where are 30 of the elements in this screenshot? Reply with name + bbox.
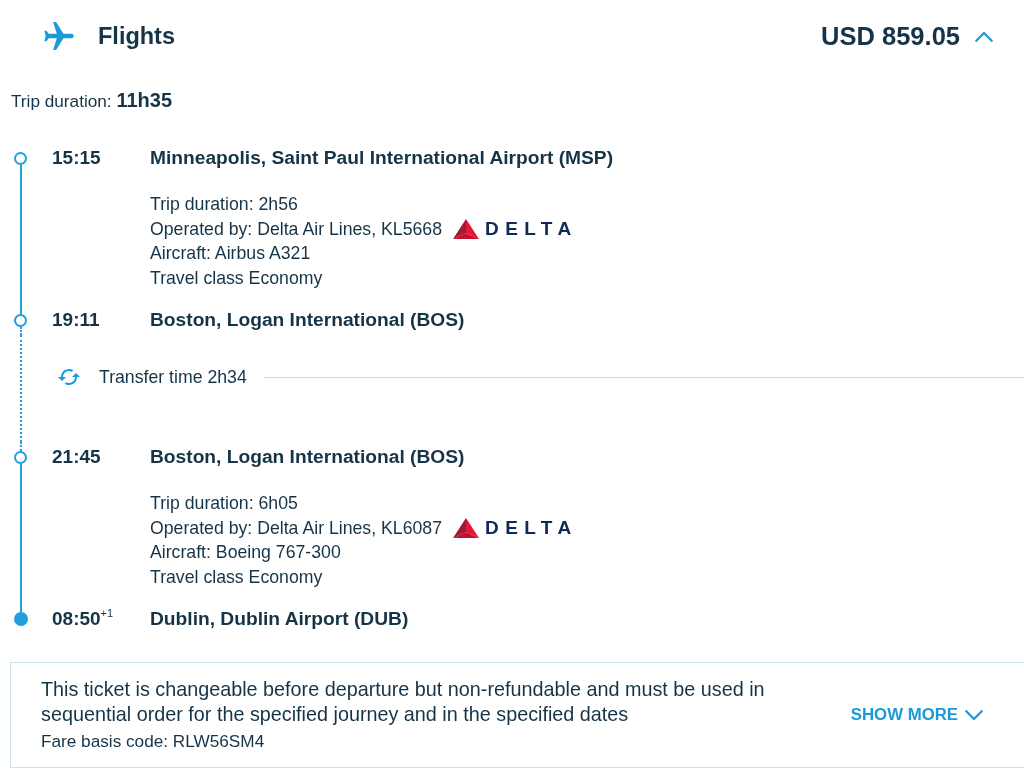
- airport-name: Minneapolis, Saint Paul International Airport (MSP): [150, 147, 614, 169]
- trip-duration-text: Trip duration: 6h05: [150, 492, 298, 515]
- travel-class-text: Travel class Economy: [150, 266, 323, 290]
- triangle-logo-icon: [453, 218, 480, 239]
- airport-name: Boston, Logan International (BOS): [150, 309, 465, 331]
- airplane-icon: [44, 22, 74, 50]
- stop-time: 21:45: [52, 446, 102, 468]
- trip-duration-text: Trip duration: 11h35: [11, 91, 172, 111]
- fare-basis-text: Fare basis code: RLW56SM4: [41, 730, 265, 752]
- total-price: USD 859.05: [821, 21, 960, 51]
- section-title: Flights: [98, 22, 176, 50]
- airport-name: Boston, Logan International (BOS): [150, 446, 465, 468]
- airline-logo-text: DELTA: [485, 218, 578, 239]
- fare-conditions-text: This ticket is changeable before departure but non-refundable and must be used in sequential order for the specified journey and in the specified dates: [41, 677, 766, 727]
- refresh-icon: [58, 369, 80, 385]
- stop-time: 19:11: [52, 309, 101, 331]
- airport-name: Dublin, Dublin Airport (DUB): [150, 608, 409, 630]
- aircraft-text: Aircraft: Boeing 767-300: [150, 541, 341, 564]
- airline-logo-text: DELTA: [485, 517, 578, 538]
- transfer-time-text: Transfer time 2h34: [99, 366, 247, 388]
- aircraft-text: Aircraft: Airbus A321: [150, 242, 311, 265]
- operator-text: Operated by: Delta Air Lines, KL5668: [150, 217, 443, 241]
- chevron-up-icon[interactable]: [975, 30, 993, 42]
- trip-duration-text: Trip duration: 2h56: [150, 193, 298, 216]
- triangle-logo-icon: [453, 517, 480, 538]
- travel-class-text: Travel class Economy: [150, 565, 323, 589]
- operator-text: Operated by: Delta Air Lines, KL6087: [150, 516, 443, 540]
- show-more-button[interactable]: SHOW MORE: [850, 705, 983, 725]
- stop-time: 15:15: [52, 147, 102, 169]
- stop-time: 08:50$^{+1}$: [52, 608, 115, 630]
